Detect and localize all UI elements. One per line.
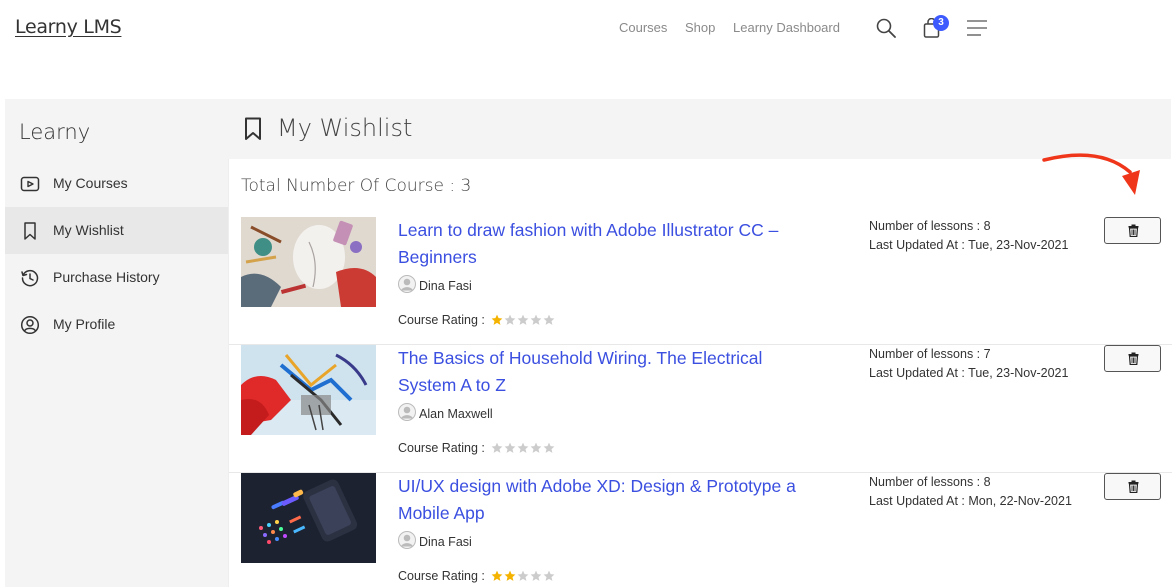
page-title: My Wishlist <box>277 114 413 142</box>
star-empty-icon <box>543 443 555 454</box>
author-name: Dina Fasi <box>419 279 472 293</box>
nav-shop-link[interactable]: Shop <box>685 20 715 35</box>
sidebar: Learny My Courses My Wishlist Purchase H… <box>5 99 228 587</box>
star-empty-icon <box>543 315 555 326</box>
remove-from-wishlist-button[interactable] <box>1104 473 1161 500</box>
total-course-count: Total Number Of Course : 3 <box>241 176 472 196</box>
rating-stars <box>491 441 556 455</box>
sidebar-item-label: My Courses <box>53 175 128 191</box>
avatar <box>398 275 416 293</box>
avatar <box>398 403 416 421</box>
star-filled-icon <box>491 315 503 326</box>
trash-icon <box>1128 480 1139 493</box>
sidebar-item-my-profile[interactable]: My Profile <box>5 301 228 348</box>
cart-count-badge: 3 <box>933 15 949 31</box>
sidebar-item-purchase-history[interactable]: Purchase History <box>5 254 228 301</box>
user-icon <box>20 315 40 335</box>
course-author: Alan Maxwell <box>398 403 598 421</box>
lessons-count: Number of lessons : 8 <box>869 475 991 489</box>
last-updated: Last Updated At : Tue, 23-Nov-2021 <box>869 238 1069 252</box>
star-filled-icon <box>504 571 516 582</box>
author-name: Alan Maxwell <box>419 407 493 421</box>
sidebar-item-label: My Wishlist <box>53 222 124 238</box>
course-rating: Course Rating : <box>398 568 556 583</box>
lessons-count: Number of lessons : 8 <box>869 219 991 233</box>
last-updated: Last Updated At : Tue, 23-Nov-2021 <box>869 366 1069 380</box>
top-header: Learny LMS Courses Shop Learny Dashboard… <box>0 0 1175 60</box>
star-empty-icon <box>491 443 503 454</box>
course-meta: Number of lessons : 8 Last Updated At : … <box>869 217 1089 255</box>
star-empty-icon <box>504 443 516 454</box>
play-icon <box>20 176 40 192</box>
star-filled-icon <box>491 571 503 582</box>
course-title-link[interactable]: UI/UX design with Adobe XD: Design & Pro… <box>398 473 808 527</box>
nav-courses-link[interactable]: Courses <box>619 20 667 35</box>
course-author: Dina Fasi <box>398 275 598 293</box>
rating-stars <box>491 569 556 583</box>
lessons-count: Number of lessons : 7 <box>869 347 991 361</box>
course-author: Dina Fasi <box>398 531 598 549</box>
remove-from-wishlist-button[interactable] <box>1104 345 1161 372</box>
nav-dashboard-link[interactable]: Learny Dashboard <box>733 20 840 35</box>
rating-label: Course Rating : <box>398 568 485 583</box>
bookmark-icon <box>245 117 261 140</box>
trash-icon <box>1128 224 1139 237</box>
search-icon[interactable] <box>876 18 896 38</box>
course-title-link[interactable]: Learn to draw fashion with Adobe Illustr… <box>398 217 808 271</box>
course-thumbnail[interactable] <box>241 473 376 563</box>
star-empty-icon <box>530 571 542 582</box>
hamburger-menu-icon[interactable] <box>966 19 988 37</box>
author-name: Dina Fasi <box>419 535 472 549</box>
course-rating: Course Rating : <box>398 312 556 327</box>
star-empty-icon <box>543 571 555 582</box>
star-empty-icon <box>517 315 529 326</box>
rating-stars <box>491 313 556 327</box>
bookmark-icon <box>24 222 36 240</box>
star-empty-icon <box>504 315 516 326</box>
sidebar-title: Learny <box>19 120 91 144</box>
wishlist-row: The Basics of Household Wiring. The Elec… <box>229 345 1172 473</box>
annotation-arrow-icon <box>1042 153 1140 195</box>
trash-icon <box>1128 352 1139 365</box>
remove-from-wishlist-button[interactable] <box>1104 217 1161 244</box>
wishlist-row: UI/UX design with Adobe XD: Design & Pro… <box>229 473 1172 587</box>
course-title-link[interactable]: The Basics of Household Wiring. The Elec… <box>398 345 808 399</box>
sidebar-item-label: My Profile <box>53 316 116 332</box>
sidebar-item-my-courses[interactable]: My Courses <box>5 160 228 207</box>
course-meta: Number of lessons : 7 Last Updated At : … <box>869 345 1089 383</box>
wishlist-header: My Wishlist <box>228 99 1171 159</box>
star-empty-icon <box>530 443 542 454</box>
star-empty-icon <box>517 571 529 582</box>
star-empty-icon <box>530 315 542 326</box>
rating-label: Course Rating : <box>398 312 485 327</box>
course-rating: Course Rating : <box>398 440 556 455</box>
course-meta: Number of lessons : 8 Last Updated At : … <box>869 473 1089 511</box>
sidebar-item-label: Purchase History <box>53 269 160 285</box>
avatar <box>398 531 416 549</box>
history-icon <box>21 269 39 287</box>
rating-label: Course Rating : <box>398 440 485 455</box>
course-thumbnail[interactable] <box>241 345 376 435</box>
last-updated: Last Updated At : Mon, 22-Nov-2021 <box>869 494 1072 508</box>
sidebar-item-my-wishlist[interactable]: My Wishlist <box>5 207 228 254</box>
brand-logo-link[interactable]: Learny LMS <box>15 16 122 38</box>
wishlist-content: Total Number Of Course : 3 Learn to draw… <box>228 159 1172 587</box>
wishlist-row: Learn to draw fashion with Adobe Illustr… <box>229 217 1172 345</box>
star-empty-icon <box>517 443 529 454</box>
course-thumbnail[interactable] <box>241 217 376 307</box>
